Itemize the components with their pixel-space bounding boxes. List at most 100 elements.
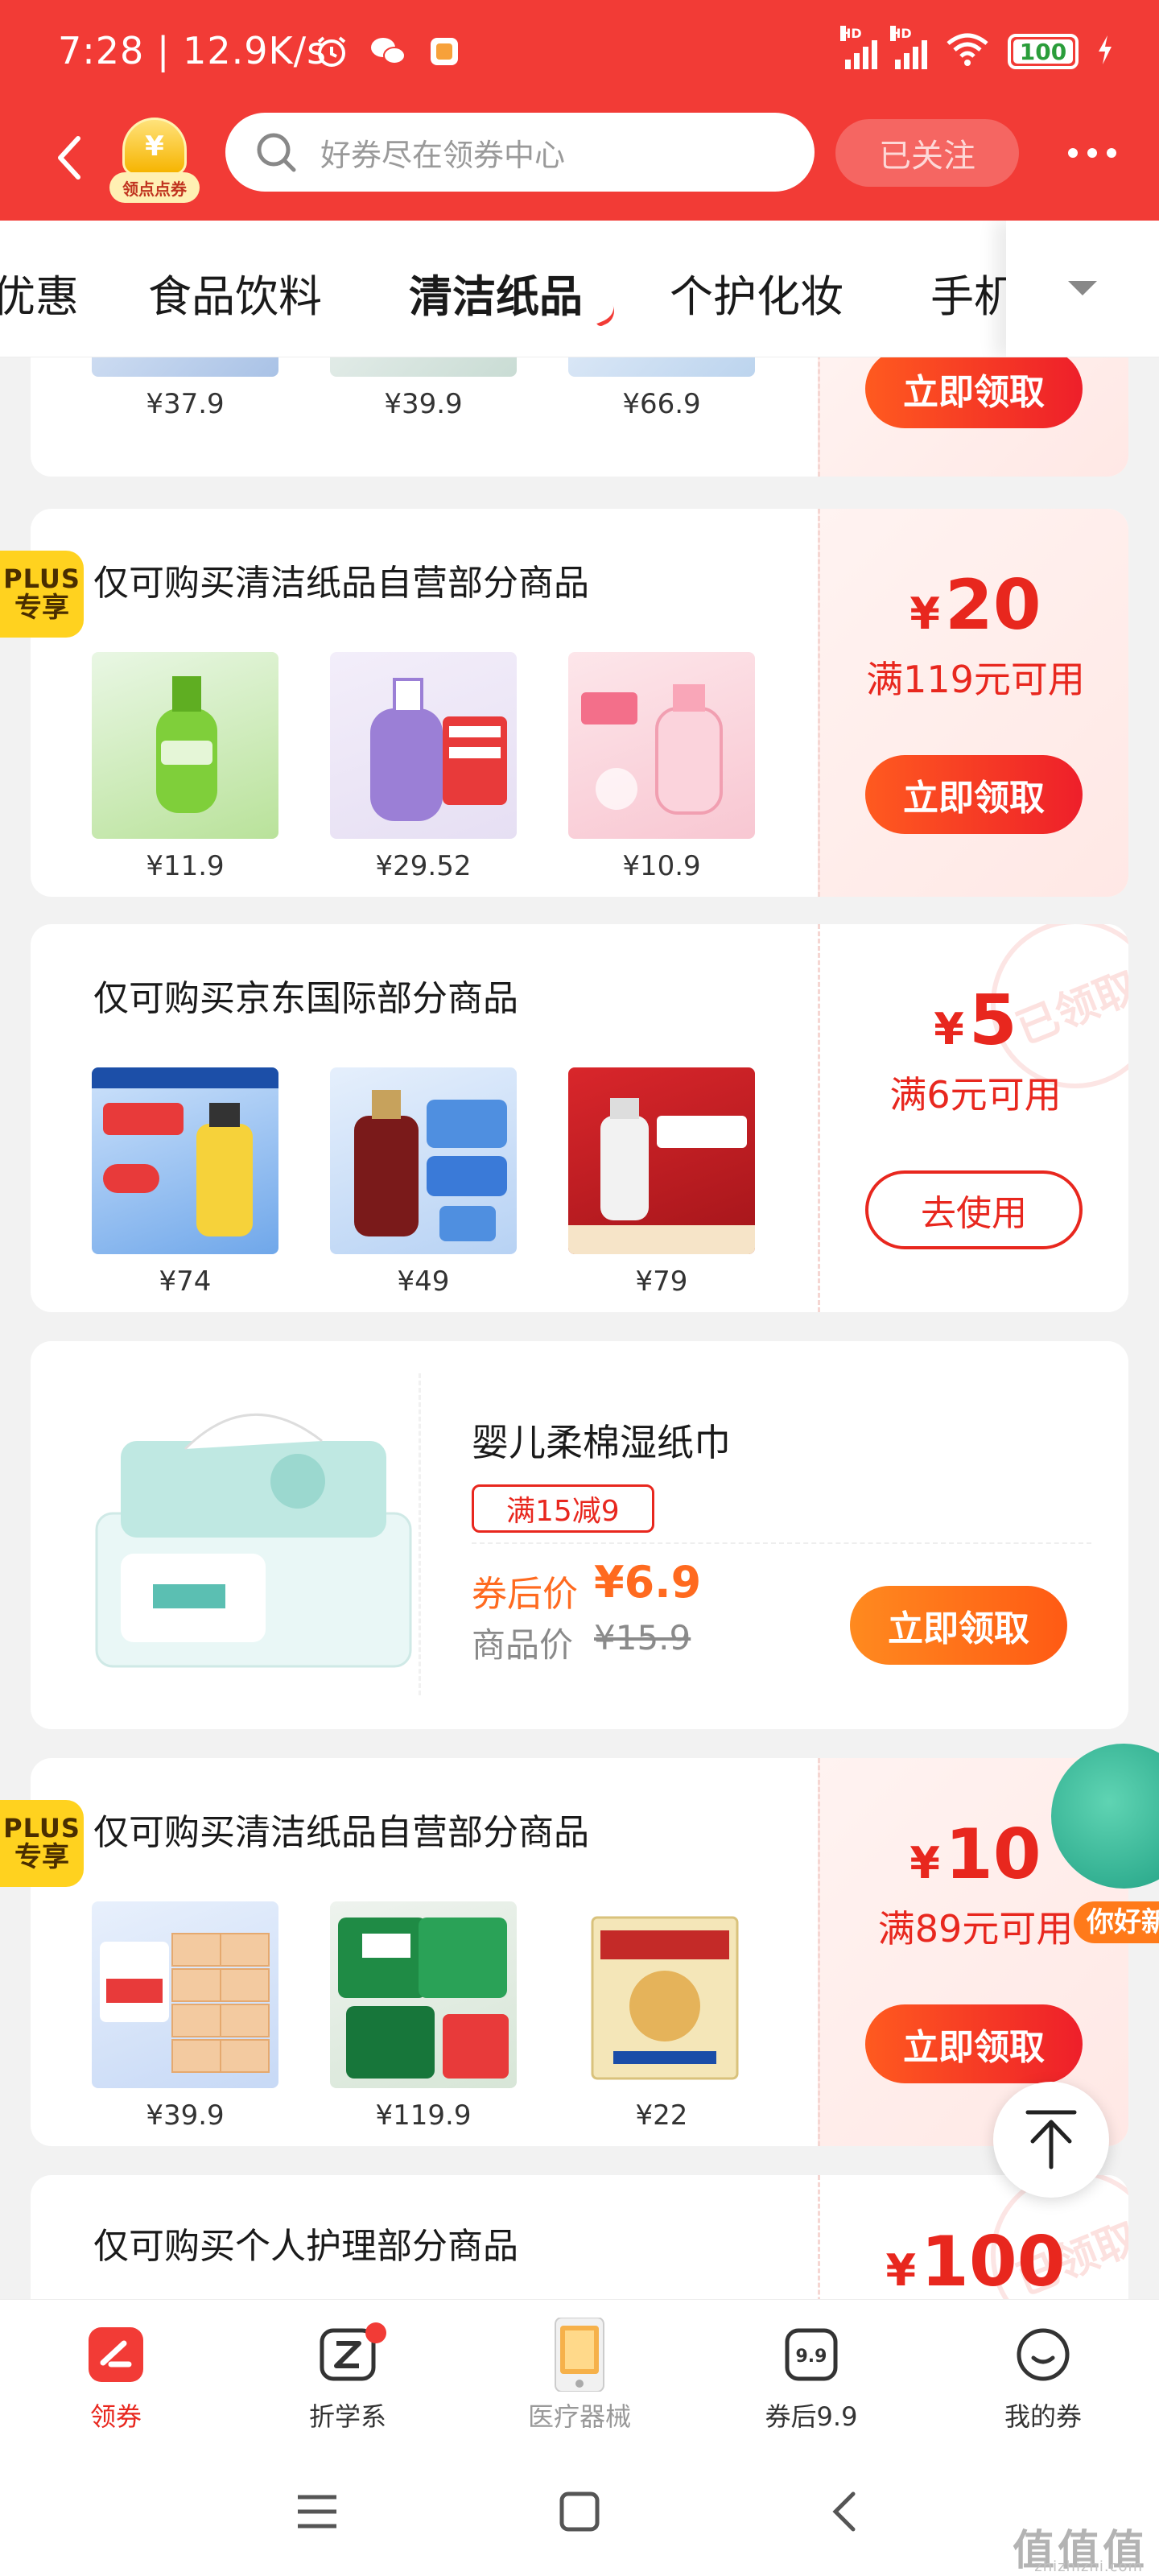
divider [472, 1542, 1091, 1544]
product-item[interactable]: ¥22 [568, 1901, 755, 2132]
battery-icon: 100 [1008, 34, 1079, 69]
follow-button[interactable]: 已关注 [835, 119, 1019, 187]
product-image [330, 1067, 517, 1254]
chevron-down-icon [1068, 281, 1097, 295]
coupon-card: 已领取 ¥5 满6元可用 去使用 仅可购买京东国际部分商品 ¥74 ¥49 ¥7… [31, 924, 1128, 1312]
arrow-up-icon [1025, 2110, 1077, 2169]
coupon-card: ¥20 满119元可用 立即领取 仅可购买清洁纸品自营部分商品 ¥11.9 ¥2… [31, 509, 1128, 897]
product-item[interactable]: ¥10.9 [568, 652, 755, 882]
status-time: 7:28 | 12.9K/s [58, 29, 328, 72]
promo-badge-icon [1051, 1744, 1159, 1889]
bottom-tab-medical[interactable]: 医疗器械 [507, 2318, 652, 2434]
product-price: ¥119.9 [375, 2099, 472, 2132]
back-arrow-icon [58, 136, 80, 180]
product-image [568, 1067, 755, 1254]
product-price: ¥22 [635, 2099, 688, 2132]
product-image [568, 1901, 755, 2088]
bottom-tab-label: 券后9.9 [765, 2401, 858, 2432]
back-to-top-button[interactable] [993, 2082, 1109, 2198]
product-item[interactable]: ¥39.9 [330, 357, 517, 420]
bottom-tab-coupons[interactable]: 领券 [43, 2322, 188, 2434]
coupon-card-partial: 立即领取 ¥37.9 ¥39.9 ¥66.9 [31, 357, 1128, 477]
product-item[interactable]: ¥39.9 [92, 1901, 278, 2132]
use-button[interactable]: 去使用 [865, 1170, 1083, 1249]
bottom-tab-label: 领券 [89, 2401, 142, 2432]
original-price: ¥15.9 [594, 1618, 691, 1657]
coin-badge-label: 领点点券 [109, 172, 200, 203]
tab-food-drinks[interactable]: 食品饮料 [148, 261, 322, 324]
bottom-tab-label: 我的券 [1004, 2401, 1082, 2432]
signal-icon-2: HD [890, 26, 927, 69]
coupon-card: 已领取 ¥100 仅可购买个人护理部分商品 [31, 2175, 1128, 2299]
more-button[interactable] [1056, 129, 1128, 177]
product-item[interactable]: ¥66.9 [568, 357, 755, 420]
tab-discount[interactable]: 优惠 [0, 261, 79, 324]
coupon-title: 仅可购买清洁纸品自营部分商品 [93, 563, 589, 604]
header: 7:28 | 12.9K/s HD HD 100 ¥ 领点点券 好券尽在领券中心… [0, 0, 1159, 221]
claim-button[interactable]: 立即领取 [850, 1586, 1067, 1665]
menu-button[interactable] [293, 2487, 341, 2536]
product-price: ¥29.52 [375, 850, 472, 882]
product-item[interactable]: ¥74 [92, 1067, 278, 1298]
z-logo-icon [316, 2322, 386, 2387]
product-image [92, 357, 278, 377]
alarm-icon [312, 32, 351, 71]
product-image [568, 357, 755, 377]
nav-row: ¥ 领点点券 好券尽在领券中心 已关注 [0, 105, 1159, 221]
home-button[interactable] [555, 2487, 604, 2536]
active-tab-indicator [592, 303, 619, 328]
product-item[interactable]: ¥37.9 [92, 357, 278, 420]
system-back-button[interactable] [819, 2487, 868, 2536]
tab-cleaning-paper[interactable]: 清洁纸品 [409, 261, 583, 324]
notification-dot [365, 2322, 386, 2343]
search-input[interactable]: 好券尽在领券中心 [225, 113, 815, 192]
tab-expand-button[interactable] [1006, 221, 1159, 357]
product-price: ¥39.9 [384, 388, 463, 420]
price-99-icon: 9.9 [779, 2322, 843, 2387]
coupon-card: ¥10 满89元可用 立即领取 仅可购买清洁纸品自营部分商品 ¥39.9 ¥11… [31, 1758, 1128, 2146]
bottom-tab-after-coupon-99[interactable]: 9.9 券后9.9 [739, 2322, 884, 2434]
divider [419, 1373, 421, 1695]
product-item[interactable]: ¥11.9 [92, 652, 278, 882]
product-image [568, 652, 755, 839]
coupon-right-panel: 已领取 ¥100 [818, 2175, 1128, 2299]
wifi-icon [945, 32, 990, 71]
back-button[interactable] [45, 126, 93, 190]
floating-promo[interactable]: 你好新 [1051, 1744, 1159, 1945]
back-arrow-icon [832, 2491, 856, 2532]
claim-button[interactable]: 立即领取 [865, 755, 1083, 834]
bottom-tab-zhexuexi[interactable]: 折学系 [275, 2322, 420, 2434]
product-item[interactable]: ¥29.52 [330, 652, 517, 882]
product-image [92, 1067, 278, 1254]
coupon-amount: ¥20 [909, 565, 1041, 646]
signal-icon-1: HD [840, 26, 877, 69]
system-nav-bar [0, 2444, 1159, 2576]
product-item[interactable]: ¥119.9 [330, 1901, 517, 2132]
coin-center-badge[interactable]: ¥ 领点点券 [109, 118, 200, 208]
after-coupon-label: 券后价 [472, 1574, 578, 1615]
product-image [330, 357, 517, 377]
coupon-title: 仅可购买个人护理部分商品 [93, 2226, 518, 2267]
status-bar: 7:28 | 12.9K/s HD HD 100 [0, 0, 1159, 105]
coupon-right-panel: 立即领取 [818, 357, 1128, 477]
product-image [330, 652, 517, 839]
tab-personal-care[interactable]: 个护化妆 [670, 261, 843, 324]
blood-pressure-monitor-icon [547, 2318, 612, 2392]
tab-phones[interactable]: 手机 [930, 261, 1017, 324]
coupon-condition: 满6元可用 [889, 1073, 1062, 1117]
claim-button[interactable]: 立即领取 [865, 357, 1083, 428]
deal-tag: 满15减9 [472, 1484, 654, 1533]
original-price-label: 商品价 [472, 1625, 574, 1665]
claim-button[interactable]: 立即领取 [865, 2004, 1083, 2083]
product-price: ¥66.9 [622, 388, 701, 420]
coin-icon: ¥ [122, 118, 187, 175]
bottom-tab-bar: 领券 折学系 医疗器械 9.9 券后9.9 我的券 [0, 2299, 1159, 2444]
bottom-tab-my-coupons[interactable]: 我的券 [971, 2322, 1116, 2434]
promo-label: 你好新 [1074, 1901, 1159, 1943]
coupon-condition: 满119元可用 [866, 658, 1085, 701]
product-price: ¥10.9 [622, 850, 701, 882]
product-item[interactable]: ¥49 [330, 1067, 517, 1298]
deal-card[interactable]: 婴儿柔棉湿纸巾 满15减9 券后价 ¥6.9 商品价 ¥15.9 立即领取 [31, 1341, 1128, 1729]
product-item[interactable]: ¥79 [568, 1067, 755, 1298]
watermark-sub: zhizhizhi.com [1034, 2558, 1143, 2575]
